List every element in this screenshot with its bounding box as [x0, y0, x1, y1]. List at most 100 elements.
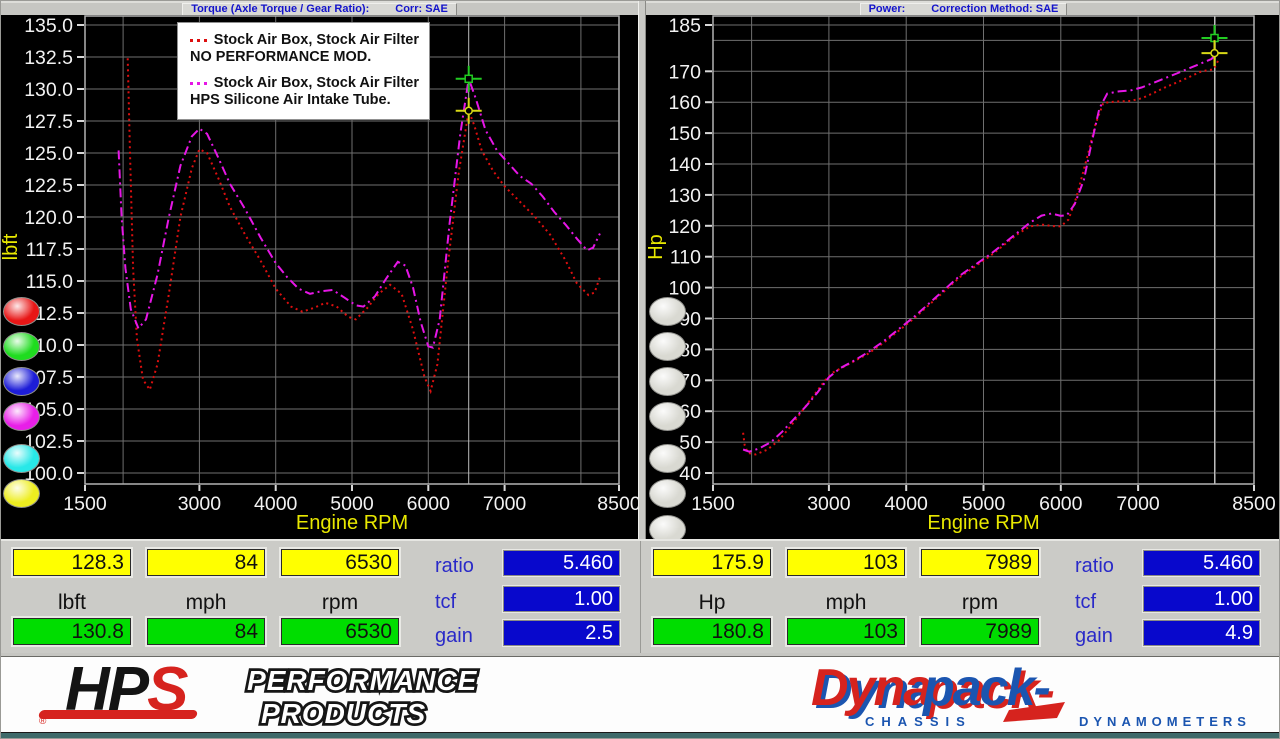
hps-performance-text: PERFORMANCE — [247, 665, 478, 696]
gain-value: 2.5 — [503, 620, 620, 646]
torque-title: Torque (Axle Torque / Gear Ratio): — [191, 4, 369, 15]
stock-speed-value: 84 — [147, 549, 265, 576]
curve-color-button-5[interactable] — [3, 444, 40, 473]
power-readout-panel: 175.9 103 7989 Hp mph rpm 180.8 103 7989… — [641, 541, 1280, 655]
rpm-unit-label: rpm — [921, 591, 1039, 615]
torque-chart-area: 135.0132.5130.0127.5125.0122.5120.0117.5… — [1, 15, 638, 539]
hps-s-text: S — [147, 658, 188, 724]
x-tick-label: 8500 — [597, 493, 638, 515]
torque-readout-panel: 128.3 84 6530 lbft mph rpm 130.8 84 6530… — [1, 541, 641, 655]
y-tick-label: 120 — [668, 216, 701, 238]
legend-stock-line1: Stock Air Box, Stock Air Filter — [214, 32, 419, 49]
stock-rpm-value: 6530 — [281, 549, 399, 576]
y-tick-label: 132.5 — [24, 47, 73, 69]
hps-rpm-value: 7989 — [921, 618, 1039, 645]
speed-unit-label: mph — [787, 591, 905, 615]
x-tick-label: 7000 — [483, 493, 527, 515]
tcf-label: tcf — [1075, 591, 1137, 614]
y-tick-label: 160 — [668, 92, 701, 114]
stock-run-curve — [743, 58, 1219, 455]
curve-color-button-2[interactable] — [3, 332, 40, 361]
power-chart: 1851701601501401301201101009080706050401… — [646, 15, 1280, 539]
gain-value: 4.9 — [1143, 620, 1260, 646]
hps-registered-mark: ® — [39, 716, 47, 727]
gain-label: gain — [435, 625, 497, 648]
gray-curve-button-5[interactable] — [649, 444, 686, 473]
curve-color-button-6[interactable] — [3, 479, 40, 508]
torque-titlebar: Torque (Axle Torque / Gear Ratio): Corr:… — [1, 1, 638, 15]
svg-text:Dyna: Dyna — [811, 659, 931, 717]
power-title: Power: — [869, 4, 906, 15]
y-tick-label: 185 — [668, 15, 701, 37]
legend-stock-line2: NO PERFORMANCE MOD. — [190, 49, 419, 66]
x-tick-label: 1500 — [691, 493, 735, 515]
marker-center-icon — [1211, 50, 1218, 57]
y-tick-label: 115.0 — [26, 271, 74, 293]
torque-unit-label: lbft — [13, 591, 131, 615]
x-tick-label: 3000 — [178, 493, 222, 515]
ratio-label: ratio — [435, 555, 497, 578]
dynapack-dyna-text: Dyna — [811, 659, 931, 717]
speed-unit-label: mph — [147, 591, 265, 615]
y-axis-title: lbft — [1, 233, 22, 260]
y-tick-label: 110 — [670, 247, 701, 269]
stock-rpm-value: 7989 — [921, 549, 1039, 576]
stock-power-value: 175.9 — [653, 549, 771, 576]
gray-curve-button-3[interactable] — [649, 367, 686, 396]
y-tick-label: 122.5 — [24, 175, 73, 197]
power-titlebar: Power: Correction Method: SAE — [646, 1, 1280, 15]
hps-power-value: 180.8 — [653, 618, 771, 645]
logo-strip: HPS ® PERFORMANCE PRODUCTS Dyna pack- Dy… — [1, 653, 1280, 732]
stock-torque-value: 128.3 — [13, 549, 131, 576]
readout-row: 128.3 84 6530 lbft mph rpm 130.8 84 6530… — [1, 539, 1280, 653]
x-tick-label: 8500 — [1232, 493, 1276, 515]
dyno-software-window: Torque (Axle Torque / Gear Ratio): Corr:… — [0, 0, 1280, 739]
torque-title-chip: Torque (Axle Torque / Gear Ratio): Corr:… — [182, 3, 457, 16]
gray-curve-button-6[interactable] — [649, 479, 686, 508]
dynapack-dynamometers-text: DYNAMOMETERS — [1079, 714, 1251, 729]
hps-speed-value: 84 — [147, 618, 265, 645]
curve-color-button-4[interactable] — [3, 402, 40, 431]
hps-curve-swatch-icon — [190, 82, 207, 85]
hps-logo: HPS ® PERFORMANCE PRODUCTS — [29, 658, 499, 732]
hps-torque-value: 130.8 — [13, 618, 131, 645]
x-axis-title: Engine RPM — [927, 512, 1039, 534]
y-tick-label: 125.0 — [24, 143, 73, 165]
y-tick-label: 170 — [668, 61, 701, 83]
legend-item-stock: Stock Air Box, Stock Air Filter NO PERFO… — [190, 32, 419, 66]
hps-products-text: PRODUCTS — [261, 698, 426, 729]
gray-curve-button-1[interactable] — [649, 297, 686, 326]
x-tick-label: 3000 — [807, 493, 851, 515]
marker-center-icon — [465, 107, 472, 114]
torque-chart-panel: Torque (Axle Torque / Gear Ratio): Corr:… — [1, 1, 638, 539]
ratio-value: 5.460 — [503, 550, 620, 576]
chart-divider — [638, 1, 646, 539]
power-unit-label: Hp — [653, 591, 771, 615]
power-chart-panel: Power: Correction Method: SAE 185 170 160 1… — [646, 1, 1280, 539]
svg-text:HPS: HPS — [65, 658, 188, 724]
gray-curve-button-4[interactable] — [649, 402, 686, 431]
bottom-teal-bar — [1, 732, 1280, 739]
curve-color-button-1[interactable] — [3, 297, 40, 326]
tcf-value: 1.00 — [503, 586, 620, 612]
ratio-label: ratio — [1075, 555, 1137, 578]
x-tick-label: 4000 — [254, 493, 298, 515]
x-axis-title: Engine RPM — [296, 512, 408, 534]
x-tick-label: 6000 — [1039, 493, 1083, 515]
y-tick-label: 130 — [668, 185, 701, 207]
gray-curve-button-2[interactable] — [649, 332, 686, 361]
stock-curve-swatch-icon — [190, 39, 207, 42]
hps-hp-text: HP — [65, 658, 150, 724]
torque-correction-label: Corr: SAE — [395, 4, 448, 15]
power-correction-label: Correction Method: SAE — [931, 4, 1058, 15]
y-tick-label: 150 — [668, 123, 701, 145]
legend-item-hps: Stock Air Box, Stock Air Filter HPS Sili… — [190, 75, 419, 109]
curve-color-button-3[interactable] — [3, 367, 40, 396]
rpm-unit-label: rpm — [281, 591, 399, 615]
legend-hps-line1: Stock Air Box, Stock Air Filter — [214, 75, 419, 92]
tcf-label: tcf — [435, 591, 497, 614]
charts-row: Torque (Axle Torque / Gear Ratio): Corr:… — [1, 1, 1280, 539]
y-axis-title: Hp — [646, 234, 667, 260]
hps-rpm-value: 6530 — [281, 618, 399, 645]
ratio-value: 5.460 — [1143, 550, 1260, 576]
